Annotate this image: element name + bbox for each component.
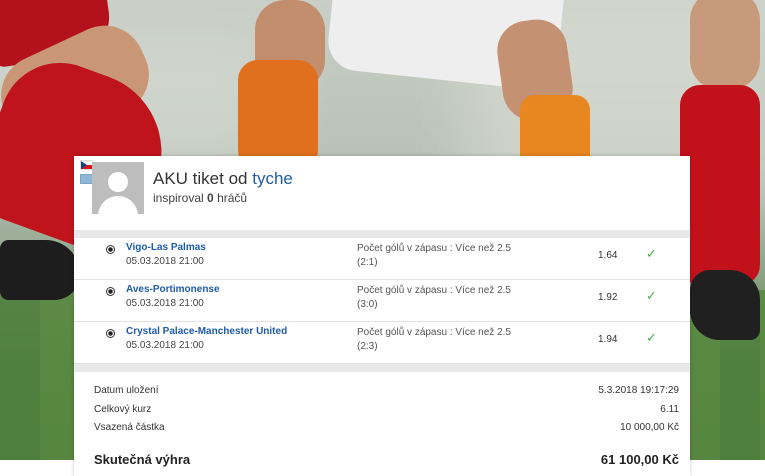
bet-description: Počet gólů v zápasu : Více než 2.5 (3:0) [357,285,511,310]
summary-row-stake: Vsazená částka 10 000,00 Kč [94,422,679,441]
summary-value: 10 000,00 Kč [620,422,679,433]
match-date: 05.03.2018 21:00 [126,298,204,309]
bet-row: Vigo-Las Palmas 05.03.2018 21:00 Počet g… [74,238,690,280]
bet-row: Crystal Palace-Manchester United 05.03.2… [74,322,690,364]
ticket-card: AKU tiket od tyche inspiroval 0 hráčů Vi… [74,156,690,476]
summary-row-total-odds: Celkový kurz 6.11 [94,404,679,423]
match-link[interactable]: Crystal Palace-Manchester United [126,326,287,337]
match-date: 05.03.2018 21:00 [126,256,204,267]
check-icon: ✓ [646,330,657,345]
summary-value: 5.3.2018 19:17:29 [598,385,679,396]
summary-label: Datum uložení [94,385,159,396]
bet-description: Počet gólů v zápasu : Více než 2.5 (2:1) [357,243,511,268]
bet-list: Vigo-Las Palmas 05.03.2018 21:00 Počet g… [74,238,690,364]
summary-label: Vsazená částka [94,422,165,433]
summary-value: 6.11 [660,403,679,415]
separator [74,364,690,372]
inspired-text: inspiroval 0 hráčů [153,191,247,205]
check-icon: ✓ [646,246,657,261]
check-icon: ✓ [646,288,657,303]
match-link[interactable]: Vigo-Las Palmas [126,242,206,253]
user-link[interactable]: tyche [252,169,293,188]
ticket-summary: Datum uložení 5.3.2018 19:17:29 Celkový … [94,385,679,441]
bet-odd: 1.94 [598,334,618,345]
bet-odd: 1.64 [598,250,618,261]
avatar[interactable] [92,162,144,214]
flag-group [80,160,93,184]
inspired-count: 0 [207,191,214,205]
bet-row: Aves-Portimonense 05.03.2018 21:00 Počet… [74,280,690,322]
summary-label: Celkový kurz [94,403,152,415]
match-date: 05.03.2018 21:00 [126,340,204,351]
football-icon [106,329,115,338]
bet-description: Počet gólů v zápasu : Více než 2.5 (2:3) [357,327,511,352]
football-icon [106,287,115,296]
title-prefix: AKU tiket od [153,169,248,188]
football-icon [106,245,115,254]
bet-odd: 1.92 [598,292,618,303]
inspired-suffix: hráčů [217,191,248,205]
separator [74,230,690,238]
summary-row-saved: Datum uložení 5.3.2018 19:17:29 [94,385,679,404]
ticket-title: AKU tiket od tyche [153,169,293,189]
match-link[interactable]: Aves-Portimonense [126,284,220,295]
inspired-prefix: inspiroval [153,191,204,205]
